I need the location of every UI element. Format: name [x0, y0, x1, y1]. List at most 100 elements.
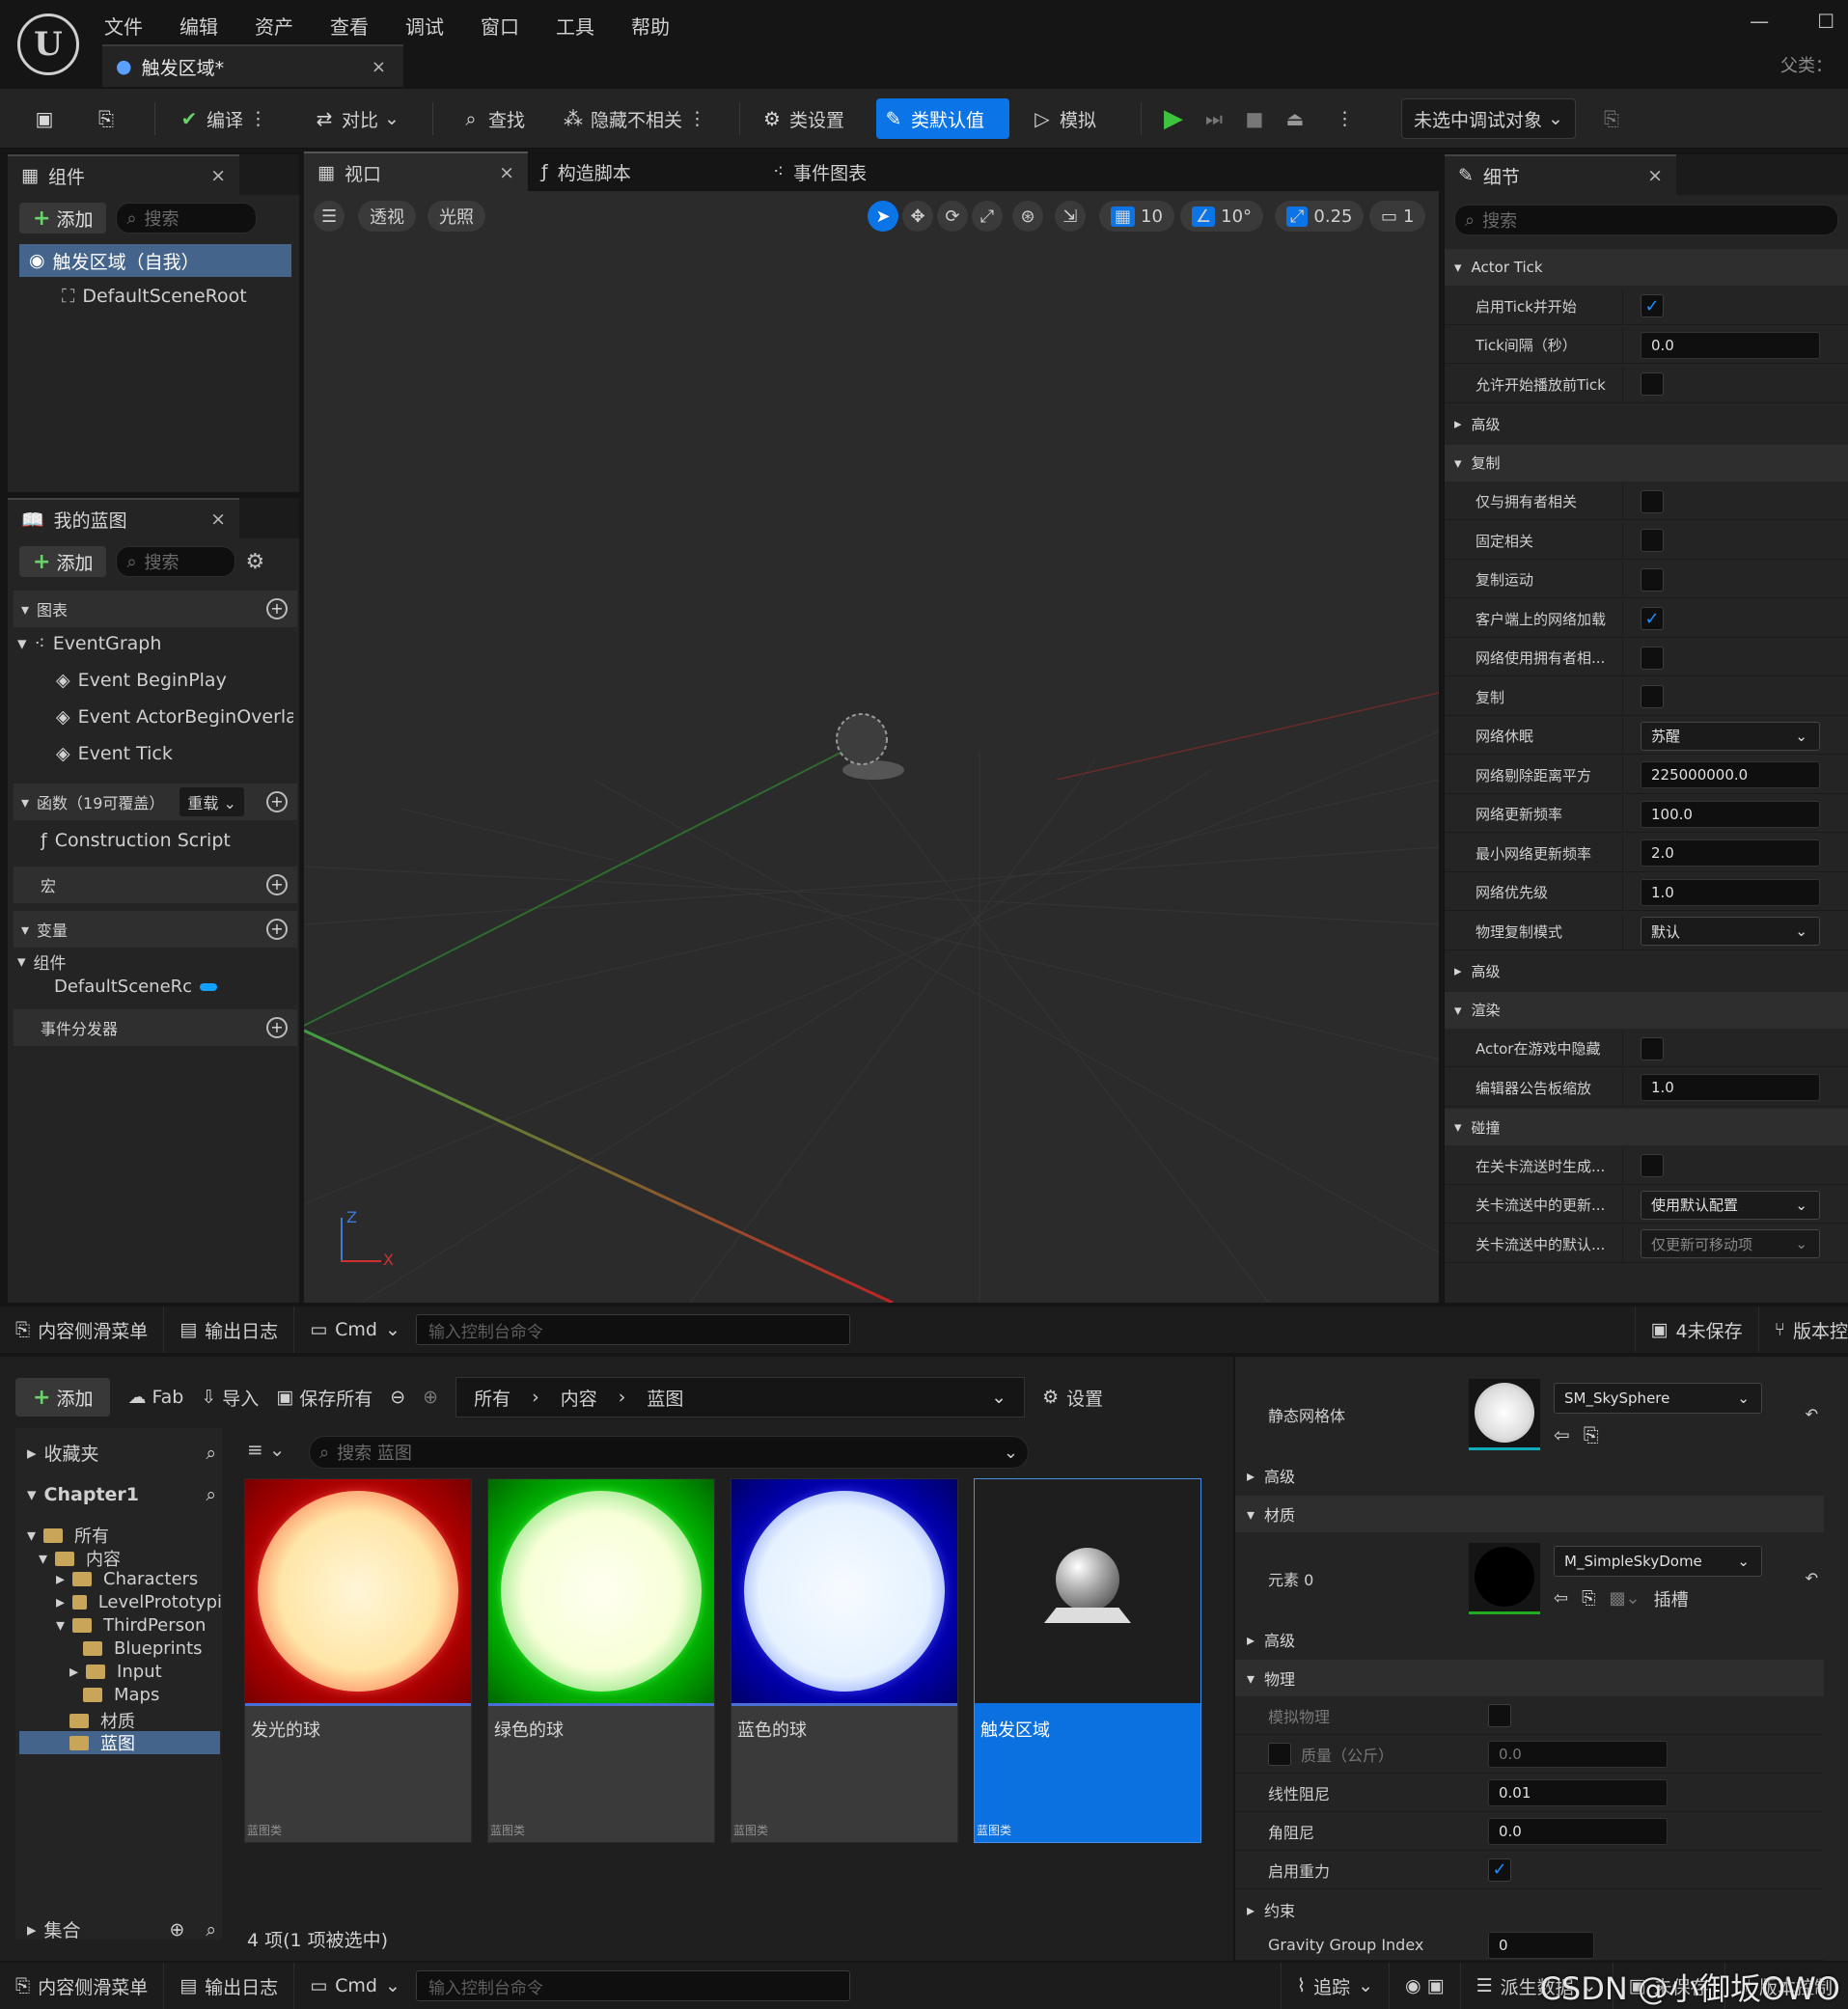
property-number-input[interactable]: 1.0	[1641, 878, 1820, 906]
close-icon[interactable]: ×	[210, 165, 226, 186]
materials-section[interactable]: ▾ 材质	[1235, 1496, 1824, 1532]
menu-file[interactable]: 文件	[104, 12, 143, 40]
property-checkbox[interactable]	[1641, 489, 1664, 513]
event-item[interactable]: ◈ Event Tick	[56, 743, 173, 764]
gravity-group-input[interactable]: 0	[1488, 1931, 1594, 1959]
folder-input[interactable]: ▸ Input	[69, 1662, 162, 1682]
checker-icon[interactable]: ▩⌄	[1610, 1588, 1641, 1609]
property-dropdown[interactable]: 默认 ⌄	[1641, 917, 1820, 946]
compile-button[interactable]: ✔ 编译 ⋮	[172, 98, 273, 139]
event-item[interactable]: ◈ Event ActorBeginOverlap	[56, 706, 293, 728]
physics-section[interactable]: ▾ 物理	[1235, 1660, 1824, 1696]
import-button[interactable]: ⇩ 导入	[201, 1385, 259, 1411]
simulate-button[interactable]: ▷ 模拟	[1025, 98, 1102, 139]
find-button[interactable]: ⌕ 查找	[454, 98, 531, 139]
breadcrumb-blueprints[interactable]: 蓝图	[647, 1385, 683, 1411]
breadcrumb-all[interactable]: 所有	[474, 1385, 510, 1411]
hide-unrelated-button[interactable]: ⁂ 隐藏不相关 ⋮	[556, 98, 712, 139]
save-icon[interactable]: ▣	[27, 98, 62, 139]
more-icon[interactable]: ⋮	[249, 108, 267, 129]
override-dropdown[interactable]: 重载 ⌄	[179, 787, 244, 816]
use-selected-icon[interactable]: ⇦	[1554, 1423, 1570, 1446]
components-category[interactable]: ▾ 组件	[17, 949, 67, 975]
content-drawer-button[interactable]: ⎘ 内容侧滑菜单	[0, 1963, 165, 2009]
property-number-input[interactable]: 0.0	[1641, 331, 1820, 359]
linear-damping-input[interactable]: 0.01	[1488, 1778, 1668, 1806]
cmd-dropdown[interactable]: ▭ Cmd ⌄	[294, 1963, 416, 2009]
enable-gravity-checkbox[interactable]: ✓	[1488, 1858, 1511, 1882]
add-function-icon[interactable]: +	[266, 791, 288, 812]
rotate-icon[interactable]: ⟳	[937, 201, 968, 232]
asset-tile[interactable]: 发光的球 蓝图类	[244, 1478, 472, 1843]
details-section-header[interactable]: ▾ 渲染	[1445, 991, 1848, 1029]
tab-event-graph[interactable]: ⁖ 事件图表	[759, 151, 991, 192]
folder-content[interactable]: ▾ 内容	[39, 1546, 121, 1571]
details-section-header[interactable]: ▾ Actor Tick	[1445, 249, 1848, 286]
scale-icon[interactable]: ⤢	[972, 201, 1003, 232]
gear-icon[interactable]: ⚙	[245, 550, 264, 574]
simulate-physics-checkbox[interactable]	[1488, 1703, 1511, 1727]
component-item-self[interactable]: ◉ 触发区域（自我）	[19, 244, 291, 277]
angular-damping-input[interactable]: 0.0	[1488, 1817, 1668, 1845]
event-graph-item[interactable]: ▾ ⁖ EventGraph	[17, 633, 161, 654]
property-number-input[interactable]: 225000000.0	[1641, 761, 1820, 788]
reset-icon[interactable]: ↶	[1806, 1405, 1818, 1423]
folder-blueprints[interactable]: Blueprints	[83, 1638, 203, 1659]
add-collection-icon[interactable]: ⊕	[169, 1919, 184, 1940]
folder-characters[interactable]: ▸ Characters	[56, 1569, 198, 1589]
console-input[interactable]: 输入控制台命令	[415, 1970, 850, 2001]
property-checkbox[interactable]	[1641, 646, 1664, 670]
minimize-icon[interactable]: —	[1750, 10, 1769, 33]
menu-help[interactable]: 帮助	[631, 12, 670, 40]
details-search-input[interactable]: ⌕ 搜索	[1454, 205, 1838, 235]
viewport-options-icon[interactable]: ☰	[314, 201, 345, 232]
add-component-button[interactable]: + 添加	[19, 203, 107, 234]
property-dropdown[interactable]: 苏醒 ⌄	[1641, 721, 1820, 751]
console-input[interactable]: 输入控制台命令	[415, 1314, 850, 1345]
details-section-header[interactable]: ▸ 高级	[1445, 405, 1848, 442]
add-dispatcher-icon[interactable]: +	[266, 1017, 288, 1038]
property-number-input[interactable]: 1.0	[1641, 1074, 1820, 1101]
property-dropdown[interactable]: 使用默认配置 ⌄	[1641, 1190, 1820, 1220]
debug-target-select[interactable]: 未选中调试对象 ⌄	[1401, 98, 1576, 139]
search-icon[interactable]: ⌕	[206, 1484, 216, 1505]
output-log-button[interactable]: ▤ 输出日志	[164, 1963, 295, 2009]
lit-button[interactable]: 光照	[428, 201, 485, 232]
select-mode-icon[interactable]: ➤	[868, 201, 898, 232]
folder-materials[interactable]: 材质	[69, 1708, 135, 1733]
search-icon[interactable]: ⌕	[206, 1443, 216, 1464]
property-number-input[interactable]: 100.0	[1641, 800, 1820, 828]
chapter-header[interactable]: ▾ Chapter1 ⌕	[27, 1484, 216, 1505]
reset-icon[interactable]: ↶	[1806, 1569, 1818, 1587]
viewport[interactable]: ☰ 透视 光照 ➤ ✥ ⟳ ⤢ ⊛ ⇲ ▦ 10 ∠ 10° ⤢ 0.25 ▭ 1 Z …	[304, 191, 1439, 1303]
unsaved-button[interactable]: ▣ 4未保存	[1634, 1307, 1759, 1353]
more-icon[interactable]: ⋮	[688, 108, 706, 129]
property-number-input[interactable]: 2.0	[1641, 839, 1820, 867]
scale-snap-button[interactable]: ⤢ 0.25	[1275, 201, 1365, 232]
browse-icon[interactable]: ⎘	[89, 98, 124, 139]
tab-construction-script[interactable]: ƒ 构造脚本	[528, 151, 759, 192]
step-button[interactable]: ⏭	[1197, 98, 1231, 139]
menu-asset[interactable]: 资产	[255, 12, 293, 40]
fab-button[interactable]: ☁ Fab	[127, 1387, 183, 1408]
macros-section-header[interactable]: 宏 +	[14, 867, 297, 903]
static-mesh-select[interactable]: SM_SkySphere ⌄	[1554, 1382, 1762, 1414]
close-icon[interactable]: ×	[210, 509, 226, 530]
property-checkbox[interactable]	[1641, 685, 1664, 708]
my-blueprint-tab[interactable]: 📖 我的蓝图 ×	[8, 498, 239, 538]
document-tab[interactable]: ● 触发区域* ×	[102, 44, 403, 87]
more-icon[interactable]: ⋮	[1330, 98, 1360, 139]
back-icon[interactable]: ⊖	[390, 1387, 405, 1408]
filter-button[interactable]: ≡ ⌄	[247, 1438, 286, 1461]
add-macro-icon[interactable]: +	[266, 874, 288, 895]
trace-button[interactable]: ⌇ 追踪 ⌄	[1280, 1963, 1391, 2009]
class-settings-button[interactable]: ⚙ 类设置	[755, 98, 850, 139]
add-asset-button[interactable]: + 添加	[15, 1378, 111, 1417]
details-section-header[interactable]: ▾ 复制	[1445, 444, 1848, 482]
folder-levelprototyping[interactable]: ▸ LevelPrototypi	[56, 1592, 222, 1612]
asset-tile[interactable]: 绿色的球 蓝图类	[487, 1478, 715, 1843]
use-selected-icon[interactable]: ⇦	[1554, 1588, 1568, 1609]
output-log-button[interactable]: ▤ 输出日志	[164, 1307, 295, 1353]
add-variable-icon[interactable]: +	[266, 919, 288, 940]
component-item-default-scene-root[interactable]: ⛶ DefaultSceneRoot	[62, 282, 247, 311]
